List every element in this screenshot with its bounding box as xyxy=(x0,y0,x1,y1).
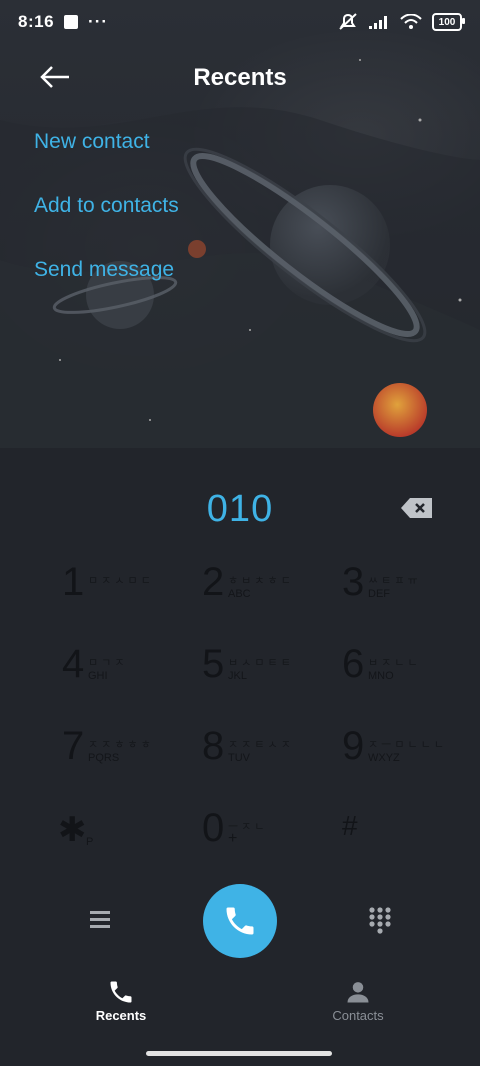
key-hangul: ㅈ ㅡ ㅁ ㄴ ㄴ ㄴ xyxy=(368,739,445,751)
battery-level: 100 xyxy=(438,16,456,28)
tab-recents[interactable]: Recents xyxy=(61,976,181,1023)
key-hangul: ㅂ ㅈ ㄴ ㄴ xyxy=(368,657,418,669)
call-controls xyxy=(0,884,480,958)
key-digit: # xyxy=(342,810,358,841)
key-digit: 7 xyxy=(62,724,85,768)
key-hangul: ㅈ ㅈ ㅎ ㅎ ㅎ xyxy=(88,739,151,751)
add-to-contacts-link[interactable]: Add to contacts xyxy=(34,194,179,258)
battery-icon: 100 xyxy=(432,13,465,31)
new-contact-link[interactable]: New contact xyxy=(34,130,179,194)
key-9[interactable]: 9 ㅈ ㅡ ㅁ ㄴ ㄴ ㄴ WXYZ xyxy=(342,724,462,784)
header: Recents xyxy=(0,52,480,104)
dialpad-button[interactable] xyxy=(368,906,392,934)
key-letters: WXYZ xyxy=(368,752,400,764)
tab-recents-label: Recents xyxy=(95,1008,147,1023)
key-6[interactable]: 6 ㅂ ㅈ ㄴ ㄴ MNO xyxy=(342,642,462,702)
key-hangul: ㅂ ㅅ ㅁ ㅌ ㅌ xyxy=(228,657,291,669)
key-2[interactable]: 2 ㅎ ㅂ ㅊ ㅎ ㄷ ABC xyxy=(202,560,322,620)
key-letters: JKL xyxy=(228,670,247,682)
menu-button[interactable] xyxy=(88,908,112,930)
key-5[interactable]: 5 ㅂ ㅅ ㅁ ㅌ ㅌ JKL xyxy=(202,642,322,702)
keypad-row: 7 ㅈ ㅈ ㅎ ㅎ ㅎ PQRS 8 ㅈ ㅈ ㅌ ㅅ ㅈ TUV 9 ㅈ ㅡ ㅁ… xyxy=(0,724,480,806)
key-digit: 4 xyxy=(62,642,85,686)
key-letters: ABC xyxy=(228,588,251,600)
key-letters: GHI xyxy=(88,670,108,682)
key-letters: PQRS xyxy=(88,752,120,764)
key-star[interactable]: ✱ P xyxy=(58,806,178,866)
key-1[interactable]: 1 ㅁ ㅈ ㅅ ㅁ ㄷ xyxy=(62,560,182,620)
key-letters: MNO xyxy=(368,670,394,682)
keypad-row: 4 ㅁ ㄱ ㅈ GHI 5 ㅂ ㅅ ㅁ ㅌ ㅌ JKL 6 ㅂ ㅈ ㄴ ㄴ MN… xyxy=(0,642,480,724)
keypad: 1 ㅁ ㅈ ㅅ ㅁ ㄷ 2 ㅎ ㅂ ㅊ ㅎ ㄷ ABC 3 ㅆ ㅌ ㅍ ㅠ DE… xyxy=(0,560,480,888)
call-button[interactable] xyxy=(203,884,277,958)
bottom-nav: Recents Contacts xyxy=(0,976,480,1036)
tab-contacts-label: Contacts xyxy=(332,1008,384,1023)
key-letters: DEF xyxy=(368,588,390,600)
key-hangul: ㅁ ㅈ ㅅ ㅁ ㄷ xyxy=(88,575,151,587)
key-hangul: ㅎ ㅂ ㅊ ㅎ ㄷ xyxy=(228,575,291,587)
key-digit: 3 xyxy=(342,560,365,604)
key-digit: ✱ xyxy=(58,811,87,849)
keypad-row: 1 ㅁ ㅈ ㅅ ㅁ ㄷ 2 ㅎ ㅂ ㅊ ㅎ ㄷ ABC 3 ㅆ ㅌ ㅍ ㅠ DE… xyxy=(0,560,480,642)
signal-icon xyxy=(369,16,387,29)
status-time: 8:16 xyxy=(18,12,55,31)
key-hangul: ㅈ ㅈ ㅌ ㅅ ㅈ xyxy=(228,739,291,751)
phone-icon xyxy=(226,907,254,935)
keypad-row: ✱ P 0 ㅡ ㅈ ㄴ + # xyxy=(0,806,480,888)
key-hangul: ㅆ ㅌ ㅍ ㅠ xyxy=(368,575,418,587)
key-digit: 6 xyxy=(342,642,365,686)
key-hash[interactable]: # xyxy=(342,806,462,866)
tab-contacts[interactable]: Contacts xyxy=(298,976,418,1023)
status-bar: 8:16 ··· 100 xyxy=(0,0,480,44)
key-hangul: ㅁ ㄱ ㅈ xyxy=(88,657,125,669)
menu-icon xyxy=(90,911,110,928)
notification-square-icon xyxy=(64,15,79,29)
key-digit: 2 xyxy=(202,560,225,604)
back-arrow-icon xyxy=(40,66,69,88)
key-7[interactable]: 7 ㅈ ㅈ ㅎ ㅎ ㅎ PQRS xyxy=(62,724,182,784)
key-digit: 1 xyxy=(62,560,85,604)
phone-icon xyxy=(110,981,132,1003)
backspace-button[interactable] xyxy=(400,496,434,520)
key-digit: 0 xyxy=(202,806,225,850)
page-title: Recents xyxy=(193,64,287,91)
key-digit: 5 xyxy=(202,642,225,686)
key-3[interactable]: 3 ㅆ ㅌ ㅍ ㅠ DEF xyxy=(342,560,462,620)
send-message-link[interactable]: Send message xyxy=(34,258,179,322)
key-digit: 8 xyxy=(202,724,225,768)
backspace-icon xyxy=(401,498,432,518)
contact-person-icon xyxy=(347,982,369,1003)
key-4[interactable]: 4 ㅁ ㄱ ㅈ GHI xyxy=(62,642,182,702)
key-letters: P xyxy=(86,836,94,848)
dialpad-icon xyxy=(369,907,391,934)
wifi-icon xyxy=(400,14,422,29)
key-0[interactable]: 0 ㅡ ㅈ ㄴ + xyxy=(202,806,322,866)
more-notifications-icon: ··· xyxy=(88,12,109,31)
key-letters: TUV xyxy=(228,752,250,764)
key-8[interactable]: 8 ㅈ ㅈ ㅌ ㅅ ㅈ TUV xyxy=(202,724,322,784)
back-button[interactable] xyxy=(38,62,72,92)
key-digit: 9 xyxy=(342,724,365,768)
key-letters: + xyxy=(228,830,238,847)
home-indicator[interactable] xyxy=(146,1051,332,1056)
mute-icon xyxy=(339,13,357,30)
action-list: New contact Add to contacts Send message xyxy=(34,130,179,322)
